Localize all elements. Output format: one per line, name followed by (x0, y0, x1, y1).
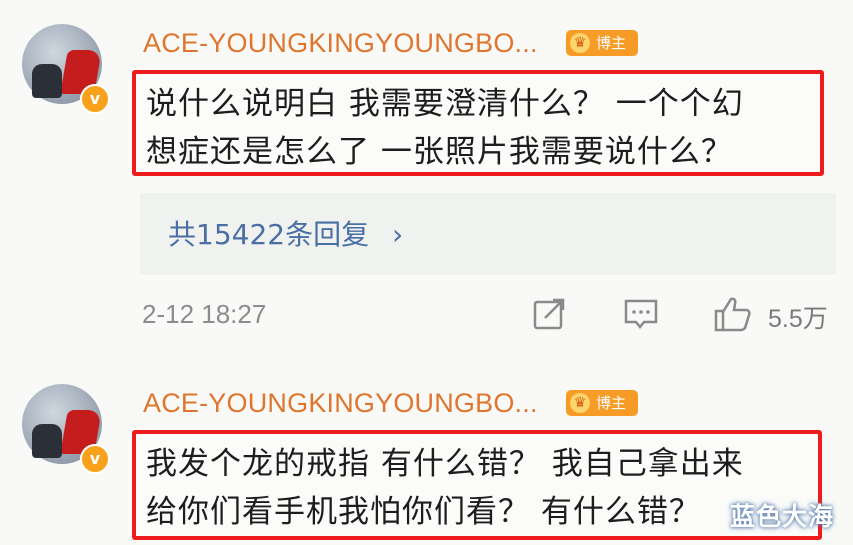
like-icon[interactable] (713, 294, 753, 334)
crown-icon: ♛ (570, 33, 590, 53)
crown-icon: ♛ (570, 393, 590, 413)
replies-panel[interactable]: 共15422条回复 › (140, 193, 836, 275)
verified-v-icon: v (80, 444, 110, 474)
blogger-badge: ♛ 博主 (566, 390, 638, 416)
share-icon[interactable] (531, 296, 567, 332)
blogger-badge: ♛ 博主 (566, 30, 638, 56)
comment-text-line: 我发个龙的戒指 有什么错？ 我自己拿出来 (146, 446, 744, 482)
verified-v-icon: v (80, 84, 110, 114)
like-count: 5.5万 (768, 305, 828, 333)
avatar-figure (32, 424, 62, 458)
timestamp: 2-12 18:27 (142, 299, 267, 329)
comment-text-line: 给你们看手机我怕你们看？ 有什么错？ (146, 494, 701, 530)
comment-text-line: 想症还是怎么了 一张照片我需要说什么？ (146, 134, 733, 170)
comment-text-box: 我发个龙的戒指 有什么错？ 我自己拿出来 给你们看手机我怕你们看？ 有什么错？ (132, 430, 822, 540)
watermark: 蓝色大海 (730, 502, 835, 531)
chevron-right-icon: › (391, 218, 404, 251)
comment-text-line: 说什么说明白 我需要澄清什么？ 一个个幻 (146, 86, 744, 122)
comment-icon[interactable] (623, 296, 659, 332)
username[interactable]: ACE-YOUNGKINGYOUNGBO... (143, 28, 538, 59)
blogger-badge-label: 博主 (596, 34, 627, 52)
replies-count-link[interactable]: 共15422条回复 (168, 218, 369, 251)
blogger-badge-label: 博主 (596, 394, 627, 412)
avatar-figure (32, 64, 62, 98)
comment-text-box: 说什么说明白 我需要澄清什么？ 一个个幻 想症还是怎么了 一张照片我需要说什么？ (132, 70, 824, 176)
username[interactable]: ACE-YOUNGKINGYOUNGBO... (143, 388, 538, 419)
